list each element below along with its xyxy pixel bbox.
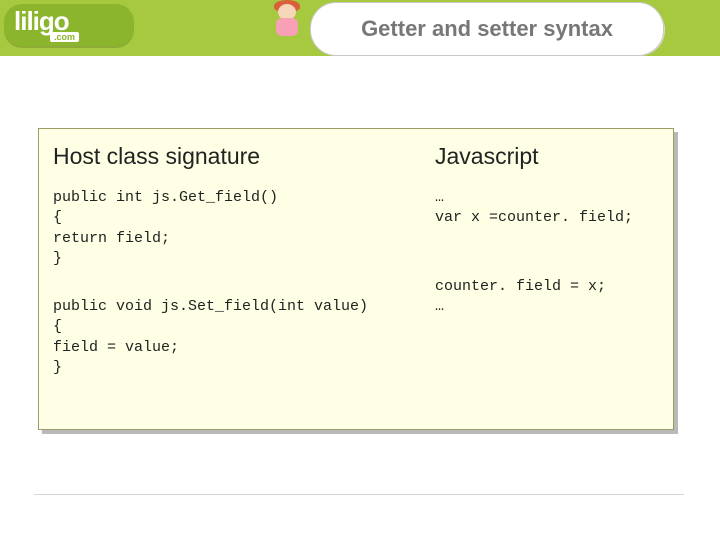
- host-getter-code: public int js.Get_field() { return field…: [53, 188, 423, 269]
- logo-subtext: .com: [50, 32, 79, 42]
- footer-divider: [34, 494, 684, 495]
- slide-title: Getter and setter syntax: [361, 16, 613, 42]
- slide: liligo .com Getter and setter syntax Hos…: [0, 0, 720, 540]
- right-column-heading: Javascript: [435, 143, 655, 170]
- mascot-icon: [270, 2, 306, 38]
- title-box: Getter and setter syntax: [310, 2, 664, 56]
- left-column-heading: Host class signature: [53, 143, 423, 170]
- host-setter-code: public void js.Set_field(int value) { fi…: [53, 297, 423, 378]
- column-right: Javascript … var x =counter. field; coun…: [435, 143, 655, 317]
- logo: liligo .com: [4, 4, 134, 46]
- column-left: Host class signature public int js.Get_f…: [53, 143, 423, 378]
- js-getter-code: … var x =counter. field;: [435, 188, 655, 229]
- code-panel: Host class signature public int js.Get_f…: [38, 128, 674, 430]
- js-setter-code: counter. field = x; …: [435, 277, 655, 318]
